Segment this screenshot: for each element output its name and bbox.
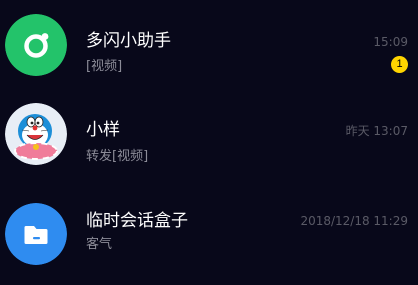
conversation-time: 昨天 13:07 — [345, 124, 408, 138]
conversation-row-xiaoyang[interactable]: 小样 转发[视频] 昨天 13:07 — [0, 90, 418, 180]
conversation-time: 15:09 — [373, 35, 408, 49]
conversation-preview: 客气 — [86, 237, 113, 252]
ring-dot-icon — [5, 14, 67, 76]
temp-box-avatar[interactable] — [5, 203, 67, 265]
conversation-name: 小样 — [86, 120, 120, 140]
unread-badge: 1 — [391, 56, 408, 73]
doraemon-avatar-image — [5, 103, 67, 165]
folder-icon — [5, 203, 67, 265]
conversation-row-temp-box[interactable]: 临时会话盒子 客气 2018/12/18 11:29 — [0, 185, 418, 275]
assistant-avatar[interactable] — [5, 14, 67, 76]
conversation-preview: [视频] — [86, 59, 123, 74]
conversation-name: 临时会话盒子 — [86, 211, 188, 231]
conversation-preview: 转发[视频] — [86, 149, 149, 164]
doraemon-avatar[interactable] — [5, 103, 67, 165]
conversation-list: 多闪小助手 [视频] 15:09 1 小样 转发[视频] 昨天 13:07 临时… — [0, 0, 418, 285]
conversation-row-assistant[interactable]: 多闪小助手 [视频] 15:09 1 — [0, 0, 418, 90]
conversation-time: 2018/12/18 11:29 — [300, 214, 408, 228]
conversation-name: 多闪小助手 — [86, 31, 171, 51]
